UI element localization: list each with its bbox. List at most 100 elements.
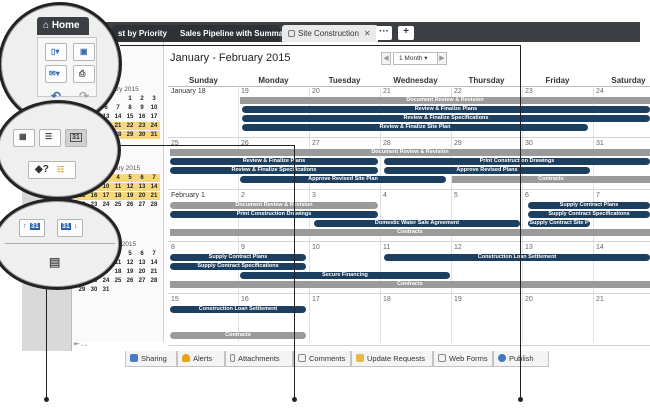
day-cell-number[interactable]: 21 (383, 88, 391, 95)
mini-day[interactable]: 25 (112, 201, 124, 209)
mini-day[interactable]: 13 (136, 183, 148, 191)
day-cell-number[interactable]: 29 (454, 140, 462, 147)
mini-day[interactable]: 15 (124, 113, 136, 121)
task-bar[interactable]: Secure Financing (240, 272, 450, 279)
grid-view-button[interactable]: ▦ (13, 129, 35, 147)
mini-day[interactable]: 27 (136, 277, 148, 285)
period-select[interactable]: 1 Month ▾ (393, 52, 438, 65)
mini-day[interactable]: 17 (100, 192, 112, 200)
close-icon[interactable]: ✕ (364, 29, 371, 38)
mini-day[interactable]: 30 (136, 131, 148, 139)
mini-day[interactable]: 20 (136, 268, 148, 276)
day-cell-number[interactable]: 4 (383, 192, 387, 199)
day-cell-number[interactable]: 7 (596, 192, 600, 199)
task-bar[interactable]: Contracts (170, 281, 650, 288)
mini-day[interactable]: 7 (112, 104, 124, 112)
day-cell-number[interactable]: 23 (525, 88, 533, 95)
task-bar[interactable]: Document Review & Revision (170, 202, 378, 209)
day-cell-number[interactable]: 10 (312, 244, 320, 251)
mini-day[interactable]: 12 (124, 259, 136, 267)
mini-day[interactable]: 18 (112, 268, 124, 276)
task-bar[interactable]: Approve Revised Plans (384, 167, 590, 174)
mini-day[interactable]: 28 (148, 201, 160, 209)
alerts-button[interactable]: Alerts (177, 351, 225, 367)
day-cell-number[interactable]: 12 (454, 244, 462, 251)
mini-day[interactable] (112, 95, 124, 103)
mini-day[interactable]: 31 (148, 131, 160, 139)
add-tab-button[interactable]: + (398, 26, 414, 40)
task-bar[interactable]: Contracts (170, 229, 650, 236)
mini-day[interactable]: 24 (100, 277, 112, 285)
mini-day[interactable]: 12 (124, 183, 136, 191)
day-cell-number[interactable]: 19 (454, 296, 462, 303)
day-cell-number[interactable]: 27 (312, 140, 320, 147)
mini-day[interactable]: 3 (148, 95, 160, 103)
mini-day[interactable]: 26 (124, 201, 136, 209)
mini-day[interactable]: 1 (124, 95, 136, 103)
mini-day[interactable]: 13 (136, 259, 148, 267)
mini-day[interactable]: 19 (124, 268, 136, 276)
mini-day[interactable]: 9 (136, 104, 148, 112)
mini-day[interactable]: 22 (124, 122, 136, 130)
mini-day[interactable]: 19 (124, 192, 136, 200)
task-bar[interactable]: Contracts (170, 332, 306, 339)
task-bar[interactable]: Document Review & Revision (240, 97, 650, 104)
task-bar[interactable]: Construction Loan Settlement (170, 306, 306, 313)
tab-site-construction[interactable]: Site Construction ✕ (282, 25, 378, 42)
day-cell-number[interactable]: 20 (525, 296, 533, 303)
day-cell-number[interactable]: 11 (383, 244, 390, 251)
mini-day[interactable]: 24 (100, 201, 112, 209)
tab-sales-pipeline[interactable]: Sales Pipeline with Summary (174, 25, 291, 42)
email-button[interactable]: ✉▾ (45, 65, 67, 83)
publish-button[interactable]: Publish (493, 351, 549, 367)
mini-day[interactable]: 7 (148, 250, 160, 258)
mini-day[interactable]: 28 (148, 277, 160, 285)
mini-day[interactable]: 5 (124, 250, 136, 258)
task-bar[interactable]: Review & Finalize Site Plan (242, 124, 588, 131)
print-button[interactable]: ⎙ (73, 65, 95, 83)
gantt-view-button[interactable]: ☰ (39, 129, 61, 147)
day-cell-number[interactable]: 18 (383, 296, 391, 303)
mini-day[interactable]: 14 (148, 183, 160, 191)
mini-day[interactable]: 5 (124, 174, 136, 182)
mini-day[interactable]: 21 (148, 268, 160, 276)
task-bar[interactable]: Contracts (452, 176, 650, 183)
mini-day[interactable]: 10 (148, 104, 160, 112)
day-cell-number[interactable]: 2 (241, 192, 245, 199)
mini-day[interactable] (148, 286, 160, 294)
mini-day[interactable] (112, 286, 124, 294)
scroll-up-button[interactable]: ↑ 31 (19, 219, 45, 237)
day-cell-number[interactable]: 20 (312, 88, 320, 95)
day-cell-number[interactable]: 16 (241, 296, 249, 303)
day-cell-number[interactable]: 22 (454, 88, 462, 95)
mini-day[interactable]: 16 (136, 113, 148, 121)
day-cell-number[interactable]: 8 (171, 244, 175, 251)
mini-day[interactable]: 17 (148, 113, 160, 121)
day-cell-number[interactable]: 21 (596, 296, 604, 303)
day-cell-number[interactable]: January 18 (171, 88, 206, 95)
day-cell-number[interactable]: 13 (525, 244, 533, 251)
day-cell-number[interactable]: 17 (312, 296, 320, 303)
mini-day[interactable]: 26 (124, 277, 136, 285)
mini-day[interactable]: 11 (112, 183, 124, 191)
mini-day[interactable]: 7 (148, 174, 160, 182)
more-tabs-button[interactable]: ··· (376, 26, 392, 40)
task-bar[interactable]: Supply Contract Specifications (528, 211, 650, 218)
mini-day[interactable]: 21 (148, 192, 160, 200)
mini-day[interactable]: 16 (88, 192, 100, 200)
day-cell-number[interactable]: 15 (171, 296, 179, 303)
next-period-button[interactable]: ▶ (437, 52, 447, 65)
day-cell-number[interactable]: 31 (596, 140, 604, 147)
mini-day[interactable]: 8 (124, 104, 136, 112)
task-bar[interactable]: Supply Contract Specifications (170, 263, 306, 270)
sharing-button[interactable]: Sharing (125, 351, 177, 367)
mini-day[interactable]: 25 (112, 277, 124, 285)
web-forms-button[interactable]: Web Forms (433, 351, 493, 367)
mini-day[interactable]: 31 (100, 286, 112, 294)
mini-day[interactable]: 14 (148, 259, 160, 267)
day-cell-number[interactable]: 30 (525, 140, 533, 147)
day-cell-number[interactable]: 3 (312, 192, 316, 199)
update-requests-button[interactable]: Update Requests (351, 351, 433, 367)
dependencies-button[interactable]: ◆? ☷ (28, 161, 76, 179)
mini-day[interactable] (136, 286, 148, 294)
